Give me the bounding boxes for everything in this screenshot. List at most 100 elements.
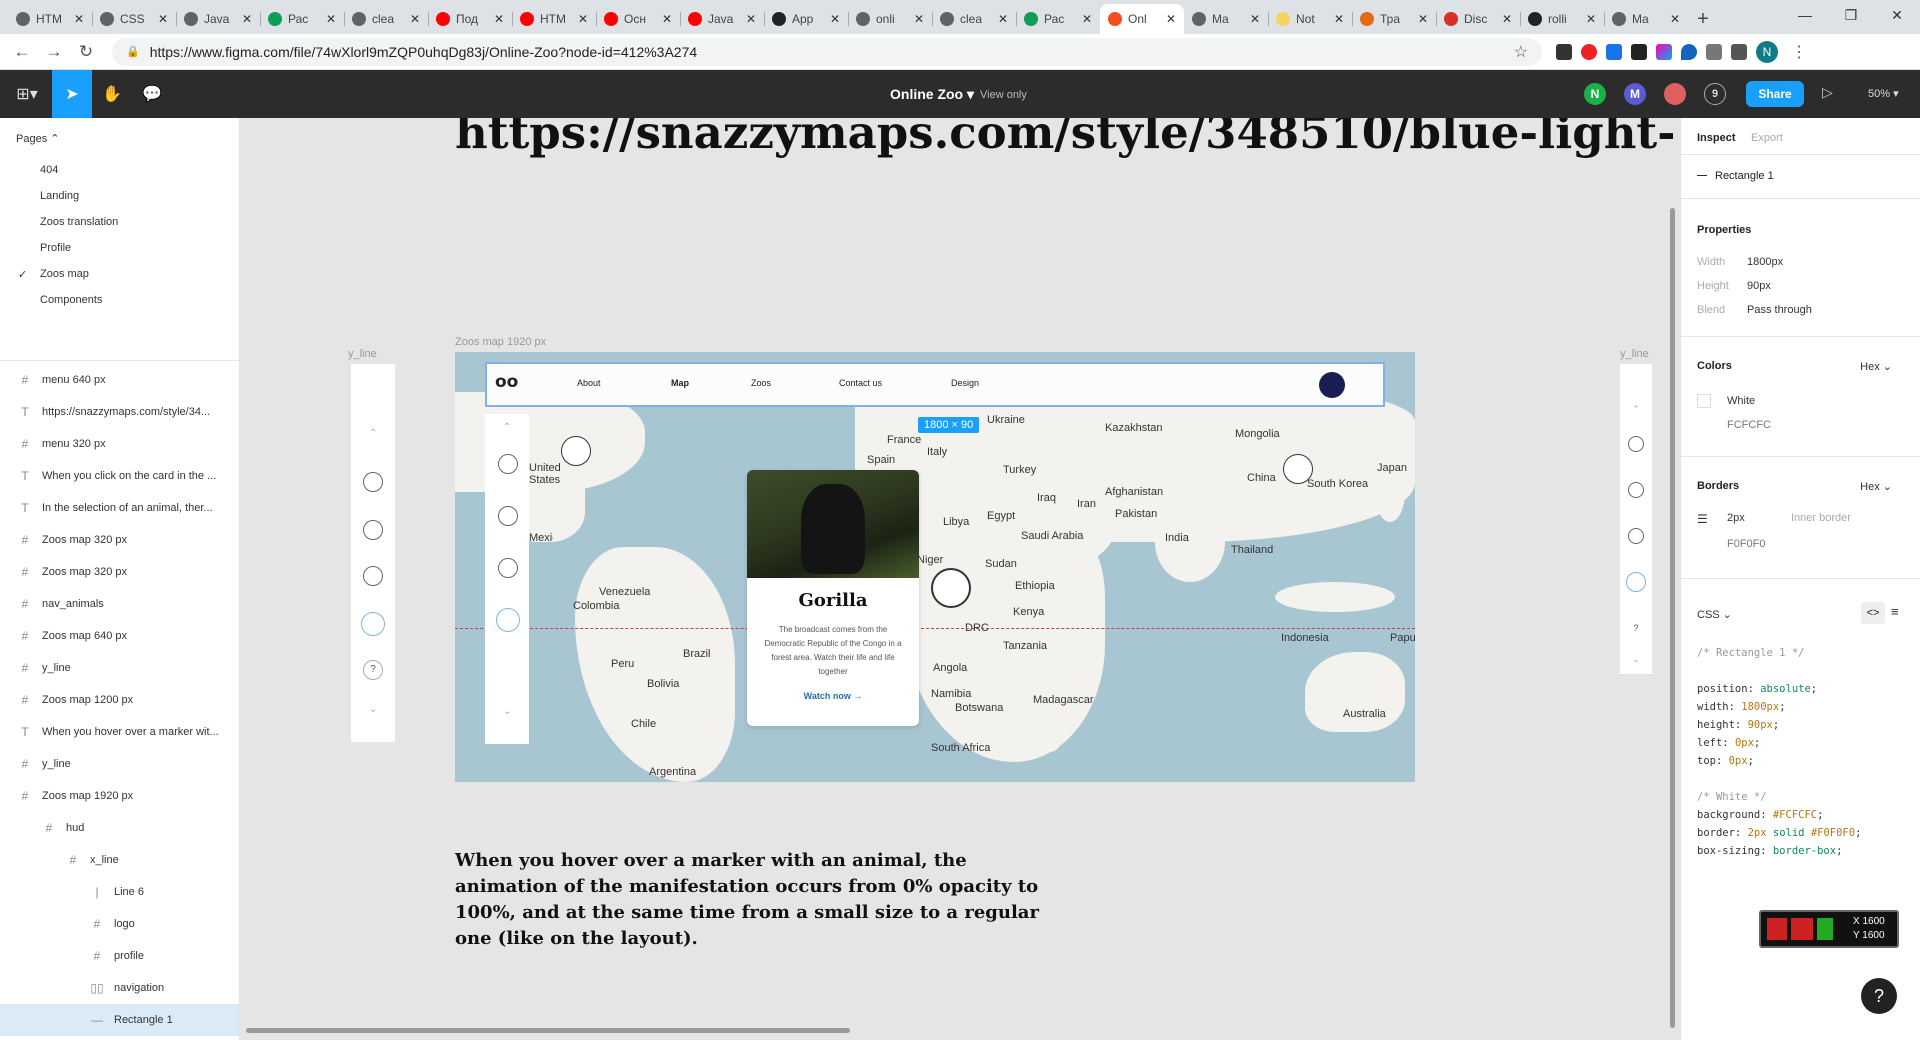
browser-tab[interactable]: Под ✕ xyxy=(428,4,512,34)
tab-close-icon[interactable]: ✕ xyxy=(1166,12,1176,26)
browser-tab[interactable]: Рас ✕ xyxy=(1016,4,1100,34)
browser-tab[interactable]: rolli ✕ xyxy=(1520,4,1604,34)
color-name[interactable]: White xyxy=(1727,395,1755,407)
chevron-up-icon[interactable]: ⌃ xyxy=(503,422,511,433)
extension-icon[interactable] xyxy=(1556,43,1572,60)
forward-icon[interactable]: → xyxy=(38,36,70,68)
tab-close-icon[interactable]: ✕ xyxy=(662,12,672,26)
browser-tab[interactable]: Ma ✕ xyxy=(1604,4,1688,34)
zoom-level[interactable]: 50% ▾ xyxy=(1868,87,1899,100)
layer-item[interactable]: # menu 320 px xyxy=(0,428,239,460)
collaborator-avatar[interactable] xyxy=(1664,83,1686,105)
layer-item[interactable]: # Zoos map 320 px xyxy=(0,556,239,588)
media-icon[interactable] xyxy=(1731,43,1747,60)
tab-close-icon[interactable]: ✕ xyxy=(410,12,420,26)
tab-close-icon[interactable]: ✕ xyxy=(578,12,588,26)
profile-avatar[interactable] xyxy=(1319,372,1345,398)
layer-item[interactable]: # y_line xyxy=(0,748,239,780)
layer-item[interactable]: # logo xyxy=(0,908,239,940)
tab-inspect[interactable]: Inspect xyxy=(1697,132,1736,144)
list-view-icon[interactable]: ≡ xyxy=(1891,604,1899,619)
browser-tab[interactable]: Тра ✕ xyxy=(1352,4,1436,34)
layer-item[interactable]: T When you click on the card in the ... xyxy=(0,460,239,492)
browser-tab[interactable]: Onl ✕ xyxy=(1100,4,1184,34)
help-button[interactable]: ? xyxy=(1861,978,1897,1014)
figma-menu-icon[interactable]: ⊞▾ xyxy=(4,70,50,118)
new-tab-button[interactable]: + xyxy=(1688,4,1718,34)
tab-close-icon[interactable]: ✕ xyxy=(746,12,756,26)
zoos-map-frame[interactable]: France Ukraine Kazakhstan Mongolia Spain… xyxy=(455,352,1415,782)
height-value[interactable]: 90px xyxy=(1747,280,1771,292)
chevron-down-icon[interactable]: ⌄ xyxy=(503,706,511,717)
nav-link-design[interactable]: Design xyxy=(951,378,979,388)
yline-frame-left[interactable]: ⌃ ? ⌄ xyxy=(351,364,395,742)
panda-marker-icon[interactable] xyxy=(1283,454,1313,484)
tab-close-icon[interactable]: ✕ xyxy=(914,12,924,26)
extension-icon[interactable] xyxy=(1606,43,1622,60)
hand-tool-icon[interactable]: ✋ xyxy=(92,70,132,118)
tab-close-icon[interactable]: ✕ xyxy=(326,12,336,26)
border-hex[interactable]: F0F0F0 xyxy=(1727,538,1766,550)
color-hex[interactable]: FCFCFC xyxy=(1727,419,1771,431)
layer-item[interactable]: # nav_animals xyxy=(0,588,239,620)
design-canvas[interactable]: https://snazzymaps.com/style/348510/blue… xyxy=(240,118,1680,1040)
eagle-icon[interactable] xyxy=(498,506,518,526)
colors-format-select[interactable]: Hex ⌄ xyxy=(1860,360,1892,373)
yline-label-left[interactable]: y_line xyxy=(348,348,377,360)
puzzle-icon[interactable] xyxy=(1706,43,1722,60)
tab-close-icon[interactable]: ✕ xyxy=(158,12,168,26)
color-swatch[interactable] xyxy=(1697,394,1711,408)
tab-close-icon[interactable]: ✕ xyxy=(830,12,840,26)
extension-icon[interactable] xyxy=(1631,43,1647,60)
pages-header[interactable]: Pages ⌃ xyxy=(16,132,59,145)
layer-item[interactable]: # y_line xyxy=(0,652,239,684)
browser-tab[interactable]: Not ✕ xyxy=(1268,4,1352,34)
yline-frame-right[interactable]: ⌃ ? ⌄ xyxy=(1620,364,1652,674)
css-code-block[interactable]: /* Rectangle 1 */ position: absolute; wi… xyxy=(1697,644,1861,860)
collaborator-avatar[interactable]: N xyxy=(1584,83,1606,105)
css-format-select[interactable]: CSS ⌄ xyxy=(1697,608,1732,621)
tab-close-icon[interactable]: ✕ xyxy=(1418,12,1428,26)
layer-item[interactable]: Thttps://snazzymaps.com/style/34... xyxy=(0,396,239,428)
gorilla-icon[interactable] xyxy=(496,608,520,632)
tab-close-icon[interactable]: ✕ xyxy=(1250,12,1260,26)
present-play-icon[interactable]: ▷ xyxy=(1822,84,1833,101)
horizontal-scrollbar[interactable] xyxy=(246,1028,850,1033)
extension-icon[interactable] xyxy=(1681,43,1697,60)
layer-item[interactable]: # menu 640 px xyxy=(0,364,239,396)
canvas-url-text[interactable]: https://snazzymaps.com/style/348510/blue… xyxy=(455,118,1673,159)
nav-link-zoos[interactable]: Zoos xyxy=(751,378,771,388)
eagle-marker-icon[interactable] xyxy=(561,436,591,466)
tab-close-icon[interactable]: ✕ xyxy=(998,12,1008,26)
gorilla-marker-icon[interactable] xyxy=(931,568,971,608)
opera-extension-icon[interactable] xyxy=(1581,43,1597,60)
tab-close-icon[interactable]: ✕ xyxy=(1334,12,1344,26)
browser-tab[interactable]: App ✕ xyxy=(764,4,848,34)
browser-tab[interactable]: Рас ✕ xyxy=(260,4,344,34)
layer-item[interactable]: | Line 6 xyxy=(0,876,239,908)
comment-tool-icon[interactable]: 💬 xyxy=(132,70,172,118)
page-item[interactable]: Components xyxy=(0,284,239,316)
layer-item[interactable]: T When you hover over a marker wit... xyxy=(0,716,239,748)
layer-item[interactable]: # Zoos map 320 px xyxy=(0,524,239,556)
collaborator-avatar[interactable]: M xyxy=(1624,83,1646,105)
border-width[interactable]: 2px xyxy=(1727,512,1745,524)
extension-icon[interactable] xyxy=(1656,43,1672,60)
animal-card[interactable]: Gorilla The broadcast comes from the Dem… xyxy=(747,470,919,726)
layer-item[interactable]: ▯▯ navigation xyxy=(0,972,239,1004)
zoo-logo[interactable]: oo xyxy=(495,372,518,392)
layer-item[interactable]: # Zoos map 1200 px xyxy=(0,684,239,716)
tab-close-icon[interactable]: ✕ xyxy=(494,12,504,26)
share-button[interactable]: Share xyxy=(1746,81,1804,107)
tab-close-icon[interactable]: ✕ xyxy=(1586,12,1596,26)
file-title[interactable]: Online Zoo ▾ xyxy=(890,86,974,103)
nav-link-about[interactable]: About xyxy=(577,378,601,388)
panda-icon[interactable] xyxy=(498,454,518,474)
layer-item[interactable]: # profile xyxy=(0,940,239,972)
browser-tab[interactable]: Ma ✕ xyxy=(1184,4,1268,34)
bookmark-star-icon[interactable]: ☆ xyxy=(1514,42,1528,62)
url-field[interactable]: 🔒 https://www.figma.com/file/74wXlorl9mZ… xyxy=(112,37,1542,66)
layer-item[interactable]: # x_line xyxy=(0,844,239,876)
move-tool-icon[interactable]: ➤ xyxy=(52,70,92,118)
menu-kebab-icon[interactable]: ⋮ xyxy=(1791,42,1807,62)
